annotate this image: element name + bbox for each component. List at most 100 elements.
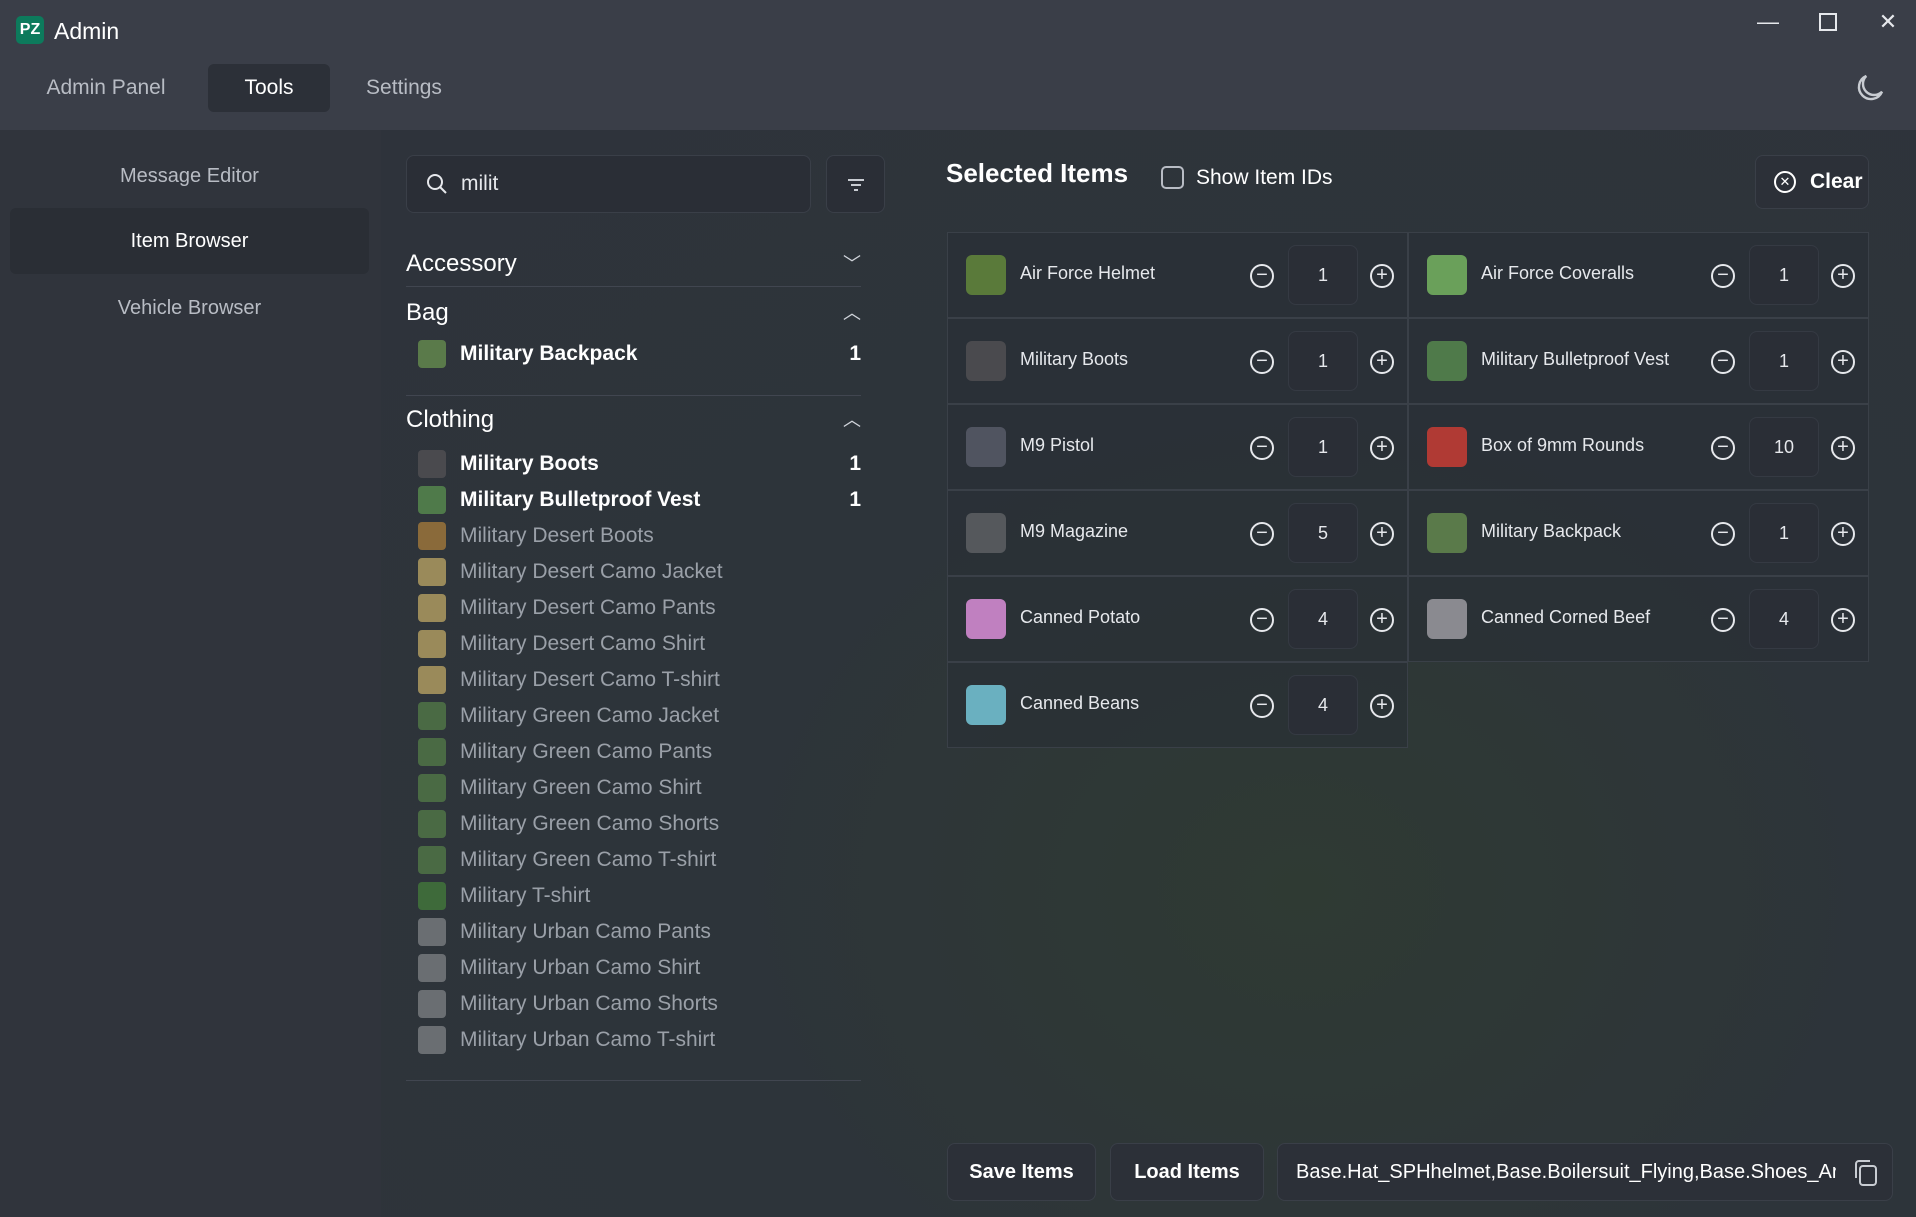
list-item[interactable]: Military Desert Boots <box>418 519 861 553</box>
quantity-input[interactable]: 1 <box>1749 245 1819 305</box>
list-item[interactable]: Military Urban Camo T-shirt <box>418 1023 861 1057</box>
search-box[interactable] <box>406 155 811 213</box>
plus-circle-icon[interactable]: + <box>1370 264 1394 288</box>
sidebar-item-item-browser[interactable]: Item Browser <box>10 208 369 274</box>
plus-circle-icon[interactable]: + <box>1370 694 1394 718</box>
selected-item: Military Boots −1 + <box>947 318 1408 404</box>
tab-settings[interactable]: Settings <box>352 64 456 112</box>
selected-item: M9 Magazine −5 + <box>947 490 1408 576</box>
minus-circle-icon[interactable]: − <box>1250 436 1274 460</box>
plus-circle-icon[interactable]: + <box>1831 522 1855 546</box>
filter-button[interactable] <box>826 155 885 213</box>
item-ids-field[interactable]: Base.Hat_SPHhelmet,Base.Boilersuit_Flyin… <box>1277 1143 1893 1201</box>
category-name: Clothing <box>406 406 495 433</box>
list-item[interactable]: Military Urban Camo Shorts <box>418 987 861 1021</box>
list-item[interactable]: Military Green Camo Jacket <box>418 699 861 733</box>
copy-icon[interactable] <box>1852 1158 1880 1188</box>
list-item[interactable]: Military Green Camo Pants <box>418 735 861 769</box>
sidebar-item-vehicle-browser[interactable]: Vehicle Browser <box>10 275 369 341</box>
minus-circle-icon[interactable]: − <box>1711 522 1735 546</box>
save-items-button[interactable]: Save Items <box>947 1143 1096 1201</box>
quantity-input[interactable]: 10 <box>1749 417 1819 477</box>
chevron-up-icon[interactable]: ︿ <box>843 404 861 436</box>
item-icon <box>418 594 446 622</box>
chevron-down-icon[interactable]: ﹀ <box>843 248 861 280</box>
close-circle-icon: ✕ <box>1774 171 1796 193</box>
list-item[interactable]: Military Urban Camo Shirt <box>418 951 861 985</box>
chevron-up-icon[interactable]: ︿ <box>843 297 861 329</box>
item-name: Military Backpack <box>460 342 638 365</box>
list-item[interactable]: Military Desert Camo Shirt <box>418 627 861 661</box>
selected-item: Military Backpack −1 + <box>1408 490 1869 576</box>
item-icon <box>966 427 1006 467</box>
list-item[interactable]: Military Boots 1 <box>418 447 861 481</box>
list-item[interactable]: Military Green Camo Shirt <box>418 771 861 805</box>
minus-circle-icon[interactable]: − <box>1711 608 1735 632</box>
plus-circle-icon[interactable]: + <box>1831 436 1855 460</box>
minus-circle-icon[interactable]: − <box>1250 350 1274 374</box>
filter-icon <box>848 179 864 191</box>
quantity-input[interactable]: 1 <box>1288 245 1358 305</box>
list-item[interactable]: Military Desert Camo T-shirt <box>418 663 861 697</box>
quantity-input[interactable]: 1 <box>1749 503 1819 563</box>
plus-circle-icon[interactable]: + <box>1831 608 1855 632</box>
list-item[interactable]: Military Green Camo Shorts <box>418 807 861 841</box>
load-items-button[interactable]: Load Items <box>1110 1143 1264 1201</box>
minus-circle-icon[interactable]: − <box>1250 694 1274 718</box>
minus-circle-icon[interactable]: − <box>1250 608 1274 632</box>
clear-label: Clear <box>1810 170 1863 193</box>
quantity-input[interactable]: 4 <box>1749 589 1819 649</box>
item-name: Canned Potato <box>1020 607 1141 627</box>
item-icon <box>418 882 446 910</box>
list-item[interactable]: Military Urban Camo Pants <box>418 915 861 949</box>
tab-admin-panel[interactable]: Admin Panel <box>30 64 182 112</box>
item-icon <box>966 513 1006 553</box>
minus-circle-icon[interactable]: − <box>1711 264 1735 288</box>
selected-item: Air Force Helmet −1 + <box>947 232 1408 318</box>
quantity-input[interactable]: 5 <box>1288 503 1358 563</box>
item-icon <box>418 918 446 946</box>
list-item[interactable]: Military T-shirt <box>418 879 861 913</box>
quantity-input[interactable]: 1 <box>1749 331 1819 391</box>
sidebar-item-message-editor[interactable]: Message Editor <box>10 143 369 209</box>
quantity-input[interactable]: 1 <box>1288 331 1358 391</box>
list-item[interactable]: Military Desert Camo Pants <box>418 591 861 625</box>
moon-icon[interactable] <box>1852 70 1888 106</box>
close-icon[interactable]: ✕ <box>1868 6 1908 38</box>
quantity-input[interactable]: 4 <box>1288 675 1358 735</box>
minus-circle-icon[interactable]: − <box>1250 264 1274 288</box>
item-icon <box>418 1026 446 1054</box>
minimize-icon[interactable]: — <box>1748 6 1788 38</box>
show-item-ids-checkbox[interactable] <box>1161 166 1184 189</box>
quantity-input[interactable]: 1 <box>1288 417 1358 477</box>
maximize-icon[interactable] <box>1808 6 1848 38</box>
clear-button[interactable]: ✕ Clear <box>1755 155 1869 209</box>
minus-circle-icon[interactable]: − <box>1711 436 1735 460</box>
item-name: Military Desert Camo Pants <box>460 596 716 619</box>
list-item[interactable]: Military Desert Camo Jacket <box>418 555 861 589</box>
plus-circle-icon[interactable]: + <box>1370 522 1394 546</box>
item-count: 1 <box>849 488 861 511</box>
plus-circle-icon[interactable]: + <box>1831 350 1855 374</box>
minus-circle-icon[interactable]: − <box>1250 522 1274 546</box>
category-header[interactable]: Bag ︿ <box>406 297 861 329</box>
item-ids-value[interactable]: Base.Hat_SPHhelmet,Base.Boilersuit_Flyin… <box>1296 1144 1836 1200</box>
quantity-input[interactable]: 4 <box>1288 589 1358 649</box>
list-item[interactable]: Military Bulletproof Vest 1 <box>418 483 861 517</box>
tab-tools[interactable]: Tools <box>208 64 330 112</box>
item-icon <box>418 702 446 730</box>
plus-circle-icon[interactable]: + <box>1370 608 1394 632</box>
list-item[interactable]: Military Backpack 1 <box>418 337 861 371</box>
show-item-ids-label[interactable]: Show Item IDs <box>1196 166 1333 190</box>
search-input[interactable] <box>461 156 791 212</box>
plus-circle-icon[interactable]: + <box>1370 436 1394 460</box>
plus-circle-icon[interactable]: + <box>1370 350 1394 374</box>
category-header[interactable]: Clothing ︿ <box>406 404 861 436</box>
category-header[interactable]: Accessory ﹀ <box>406 248 861 280</box>
list-item[interactable]: Military Green Camo T-shirt <box>418 843 861 877</box>
item-icon <box>418 340 446 368</box>
item-name: Box of 9mm Rounds <box>1481 435 1645 455</box>
minus-circle-icon[interactable]: − <box>1711 350 1735 374</box>
plus-circle-icon[interactable]: + <box>1831 264 1855 288</box>
item-icon <box>418 846 446 874</box>
